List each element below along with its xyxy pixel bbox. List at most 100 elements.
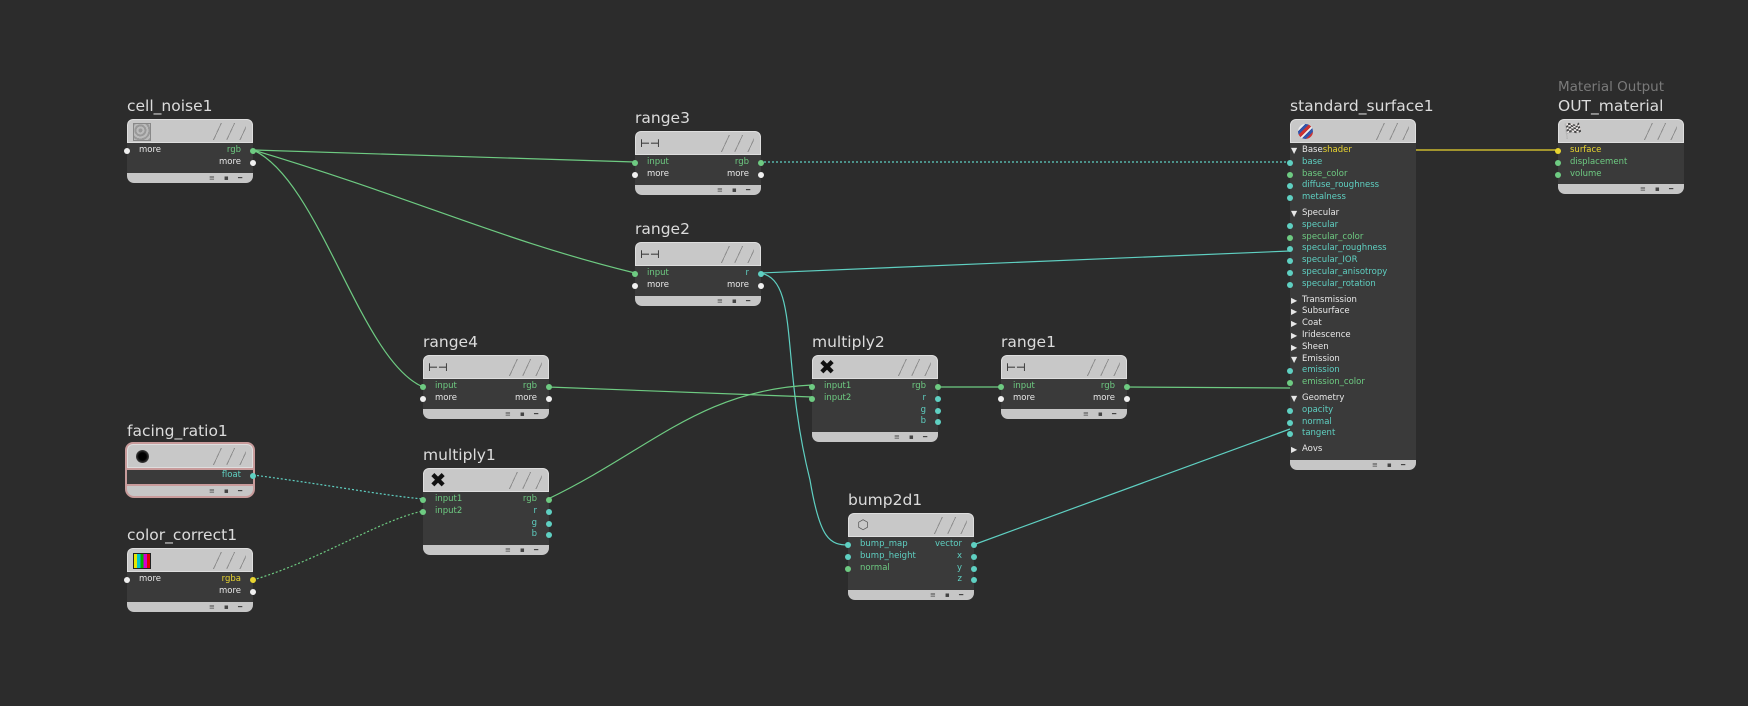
input-port[interactable] [1287, 380, 1293, 387]
section-base[interactable]: ▼ Baseshader [1290, 145, 1416, 157]
node-footer[interactable]: ≡ ▪ ━ [127, 485, 253, 496]
input-port[interactable] [1287, 258, 1293, 265]
input-port[interactable] [845, 542, 851, 548]
output-port[interactable] [935, 395, 941, 402]
input-port[interactable] [1287, 419, 1293, 426]
output-port[interactable] [935, 407, 941, 414]
input-port[interactable] [1555, 171, 1561, 178]
node-header[interactable]: ⊢⊣ [1001, 355, 1127, 379]
node-color-correct1[interactable]: color_correct1 more rgba more ≡ ▪ ━ [124, 526, 256, 612]
input-port[interactable] [998, 395, 1004, 402]
node-header[interactable]: ⊢⊣ [635, 131, 761, 155]
input-port[interactable] [1555, 148, 1561, 154]
input-port[interactable] [1287, 171, 1293, 178]
section-coat[interactable]: ▶ Coat [1290, 318, 1416, 330]
node-footer[interactable]: ≡ ▪ ━ [812, 432, 938, 443]
section-geometry[interactable]: ▼ Geometry [1290, 393, 1416, 405]
node-header[interactable] [127, 119, 253, 143]
output-port[interactable] [971, 553, 977, 560]
output-port[interactable] [971, 565, 977, 572]
wire-bump-to-normal[interactable] [972, 428, 1291, 546]
collapse-right-icon[interactable]: ▶ [1291, 295, 1297, 307]
section-transmission[interactable]: ▶ Transmission [1290, 295, 1416, 307]
input-port[interactable] [1287, 195, 1293, 202]
input-port[interactable] [632, 171, 638, 178]
input-port[interactable] [1287, 368, 1293, 375]
input-port[interactable] [845, 565, 851, 572]
section-iridescence[interactable]: ▶ Iridescence [1290, 330, 1416, 342]
node-footer[interactable]: ≡ ▪ ━ [848, 590, 974, 601]
input-port[interactable] [632, 282, 638, 289]
output-port[interactable] [971, 542, 977, 548]
output-port[interactable] [250, 473, 256, 479]
node-range4[interactable]: range4 ⊢⊣ input rgb more more ≡ ▪ ━ [420, 333, 552, 419]
wire-range4-to-multiply2[interactable] [547, 386, 813, 398]
node-header[interactable] [127, 548, 253, 572]
node-footer[interactable]: ≡ ▪ ━ [423, 408, 549, 419]
input-port[interactable] [124, 148, 130, 154]
node-standard-surface1[interactable]: standard_surface1 ▼ Baseshader base base_co… [1287, 97, 1434, 470]
expand-down-icon[interactable]: ▼ [1291, 354, 1297, 366]
node-footer[interactable]: ≡ ▪ ━ [127, 601, 253, 612]
output-port[interactable] [546, 384, 552, 390]
wire-facing-ratio-to-multiply1[interactable] [252, 474, 424, 500]
input-port[interactable] [420, 384, 426, 390]
node-range1[interactable]: range1 ⊢⊣ input rgb more more ≡ ▪ ━ [998, 333, 1130, 419]
node-range2[interactable]: range2 ⊢⊣ input r more more ≡ ▪ ━ [632, 220, 764, 306]
node-header[interactable]: ✖ [812, 355, 938, 379]
expand-down-icon[interactable]: ▼ [1291, 208, 1297, 220]
node-header[interactable]: 🏁 [1558, 119, 1684, 143]
output-port[interactable] [935, 419, 941, 426]
input-port[interactable] [1287, 407, 1293, 414]
node-header[interactable] [1290, 119, 1416, 143]
section-subsurface[interactable]: ▶ Subsurface [1290, 306, 1416, 318]
input-port[interactable] [1287, 269, 1293, 276]
input-port[interactable] [1287, 183, 1293, 190]
output-port[interactable] [971, 577, 977, 584]
node-footer[interactable]: ≡ ▪ ━ [635, 295, 761, 306]
output-port[interactable] [758, 271, 764, 277]
input-port[interactable] [1287, 222, 1293, 229]
output-port[interactable] [250, 588, 256, 595]
input-port[interactable] [998, 384, 1004, 390]
output-port[interactable] [546, 508, 552, 515]
expand-down-icon[interactable]: ▼ [1291, 145, 1297, 157]
section-specular[interactable]: ▼ Specular [1290, 208, 1416, 220]
output-port[interactable] [758, 171, 764, 178]
node-header[interactable]: ⊢⊣ [635, 242, 761, 266]
input-port[interactable] [420, 395, 426, 402]
collapse-right-icon[interactable]: ▶ [1291, 318, 1297, 330]
output-port[interactable] [250, 148, 256, 154]
input-port[interactable] [420, 497, 426, 503]
node-header[interactable]: ⬡ [848, 513, 974, 537]
node-header[interactable] [127, 444, 253, 468]
expand-down-icon[interactable]: ▼ [1291, 393, 1297, 405]
input-port[interactable] [809, 395, 815, 402]
collapse-right-icon[interactable]: ▶ [1291, 306, 1297, 318]
output-port[interactable] [1124, 384, 1130, 390]
input-port[interactable] [1555, 159, 1561, 166]
node-footer[interactable]: ≡ ▪ ━ [1558, 184, 1684, 195]
node-multiply2[interactable]: multiply2 ✖ input1 rgb input2 r g b ≡ ▪ ━ [809, 333, 941, 443]
wire-cell-noise-to-range4[interactable] [252, 149, 424, 388]
input-port[interactable] [1287, 281, 1293, 288]
output-port[interactable] [250, 159, 256, 166]
output-port[interactable] [546, 520, 552, 527]
node-footer[interactable]: ≡ ▪ ━ [127, 172, 253, 183]
input-port[interactable] [845, 553, 851, 560]
node-footer[interactable]: ≡ ▪ ━ [423, 545, 549, 556]
output-port[interactable] [758, 160, 764, 166]
node-multiply1[interactable]: multiply1 ✖ input1 rgb input2 r g b ≡ ▪ ━ [420, 446, 552, 556]
input-port[interactable] [1287, 234, 1293, 241]
node-bump2d1[interactable]: bump2d1 ⬡ bump_map vector bump_height x no… [845, 491, 977, 601]
wire-multiply1-to-multiply2[interactable] [547, 384, 813, 500]
output-port[interactable] [546, 395, 552, 402]
input-port[interactable] [632, 160, 638, 166]
node-out-material[interactable]: Material Output OUT_material 🏁 surface d… [1555, 79, 1684, 195]
input-port[interactable] [809, 384, 815, 390]
input-port[interactable] [1287, 246, 1293, 253]
wire-range2-to-specular-roughness[interactable] [759, 250, 1291, 274]
collapse-right-icon[interactable]: ▶ [1291, 330, 1297, 342]
wire-cell-noise-to-range2[interactable] [252, 149, 636, 274]
output-port[interactable] [250, 577, 256, 583]
